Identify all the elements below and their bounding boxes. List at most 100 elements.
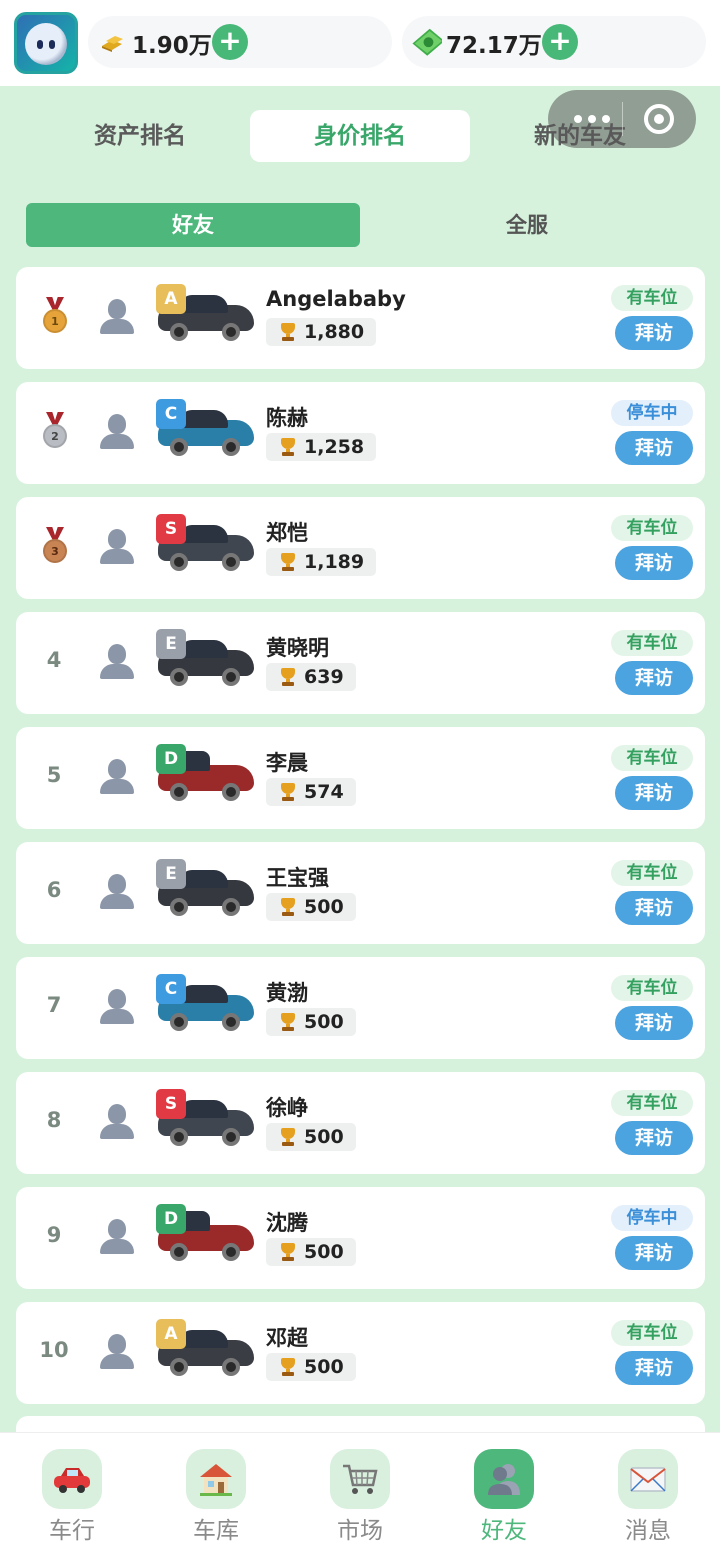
gold-medal-icon: 1 [42,297,68,337]
trophy-icon [278,783,298,801]
rank-number: 7 [46,993,62,1017]
parking-status-badge: 有车位 [611,1090,693,1116]
trophy-icon [278,553,298,571]
worth-score: 500 [266,1353,356,1381]
tab-asset-ranking[interactable]: 资产排名 [30,110,250,162]
parking-status-badge: 有车位 [611,860,693,886]
worth-score: 1,880 [266,318,377,346]
player-avatar[interactable] [14,12,78,74]
rank-number: 1 [43,309,67,333]
user-avatar-icon[interactable] [100,989,134,1025]
visit-button[interactable]: 拜访 [615,546,693,580]
user-avatar-icon[interactable] [100,529,134,565]
parking-status-badge: 有车位 [611,745,693,771]
rank-number: 9 [46,1223,62,1247]
worth-score: 1,189 [266,548,377,576]
robot-face-icon [25,23,67,65]
user-avatar-icon[interactable] [100,299,134,335]
close-target-icon[interactable] [644,104,674,134]
list-item: 6 E 王宝强 500 有车位拜访 [16,842,705,944]
add-cash-button[interactable]: + [542,24,578,60]
score-value: 639 [304,666,344,688]
visit-button[interactable]: 拜访 [615,1236,693,1270]
nav-market[interactable]: 市场 [300,1449,420,1549]
more-icon[interactable] [566,108,624,130]
list-item: 1 A Angelababy 1,880 有车位 拜访 [16,267,705,369]
worth-score: 500 [266,893,356,921]
car-grade-badge: E [156,629,186,659]
worth-score: 574 [266,778,356,806]
worth-score: 1,258 [266,433,377,461]
user-avatar-icon[interactable] [100,759,134,795]
user-avatar-icon[interactable] [100,874,134,910]
score-value: 1,258 [304,436,365,458]
list-item: 5 D 李晨 574 有车位 拜访 [16,727,705,829]
rank-number: 10 [39,1338,69,1362]
capsule-divider [622,102,623,136]
visit-button[interactable]: 拜访 [615,776,693,810]
car-grade-badge: D [156,1204,186,1234]
rank-number: 6 [46,878,62,902]
car-grade-badge: C [156,399,186,429]
miniprogram-capsule [548,90,696,148]
trophy-icon [278,668,298,686]
trophy-icon [278,438,298,456]
car-grade-badge: S [156,514,186,544]
nav-car-dealer[interactable]: 车行 [12,1449,132,1549]
list-item: 4 E 黄晓明 639 有车位 拜访 [16,612,705,714]
car-grade-badge: E [156,859,186,889]
friend-name: 李晨 [266,751,308,775]
visit-button[interactable]: 拜访 [615,316,693,350]
subtab-friends[interactable]: 好友 [26,203,360,247]
user-avatar-icon[interactable] [100,1219,134,1255]
worth-score: 500 [266,1238,356,1266]
nav-messages[interactable]: 消息 [588,1449,708,1549]
friend-name: 沈腾 [266,1211,308,1235]
visit-button[interactable]: 拜访 [615,431,693,465]
friend-name: Angelababy [266,287,406,311]
nav-label: 好友 [481,1518,527,1544]
mail-icon [630,1467,666,1492]
visit-button[interactable]: 拜访 [615,1006,693,1040]
visit-button[interactable]: 拜访 [615,1121,693,1155]
trophy-icon [278,323,298,341]
trophy-icon [278,1128,298,1146]
nav-garage[interactable]: 车库 [156,1449,276,1549]
nav-friends[interactable]: 好友 [444,1449,564,1549]
worth-score: 500 [266,1123,356,1151]
friend-name: 郑恺 [266,521,308,545]
parking-status-badge: 停车中 [611,1205,693,1231]
list-item: 7 C 黄渤 500 有车位拜访 [16,957,705,1059]
visit-button[interactable]: 拜访 [615,1351,693,1385]
score-value: 1,880 [304,321,365,343]
nav-label: 市场 [337,1518,383,1544]
gold-bars-icon [102,36,123,52]
visit-button[interactable]: 拜访 [615,891,693,925]
user-avatar-icon[interactable] [100,644,134,680]
worth-score: 500 [266,1008,356,1036]
parking-status-badge: 有车位 [611,630,693,656]
car-grade-badge: D [156,744,186,774]
house-icon [200,1464,232,1496]
friend-name: 陈赫 [266,406,308,430]
car-icon [54,1468,90,1493]
gold-value: 1.90万 [132,33,212,59]
car-grade-badge: C [156,974,186,1004]
subtab-server[interactable]: 全服 [360,203,694,247]
user-avatar-icon[interactable] [100,1104,134,1140]
visit-button[interactable]: 拜访 [615,661,693,695]
car-grade-badge: S [156,1089,186,1119]
add-gold-button[interactable]: + [212,24,248,60]
parking-status-badge: 停车中 [611,400,693,426]
tab-worth-ranking[interactable]: 身价排名 [250,110,470,162]
user-avatar-icon[interactable] [100,414,134,450]
cash-balance: 72.17万 + [402,16,706,68]
friend-name: 王宝强 [266,866,329,890]
score-value: 500 [304,1011,344,1033]
friend-name: 黄渤 [266,981,308,1005]
user-avatar-icon[interactable] [100,1334,134,1370]
friends-icon [488,1464,520,1495]
parking-status-badge: 有车位 [611,975,693,1001]
nav-label: 车行 [49,1518,95,1544]
cash-icon [412,28,442,56]
